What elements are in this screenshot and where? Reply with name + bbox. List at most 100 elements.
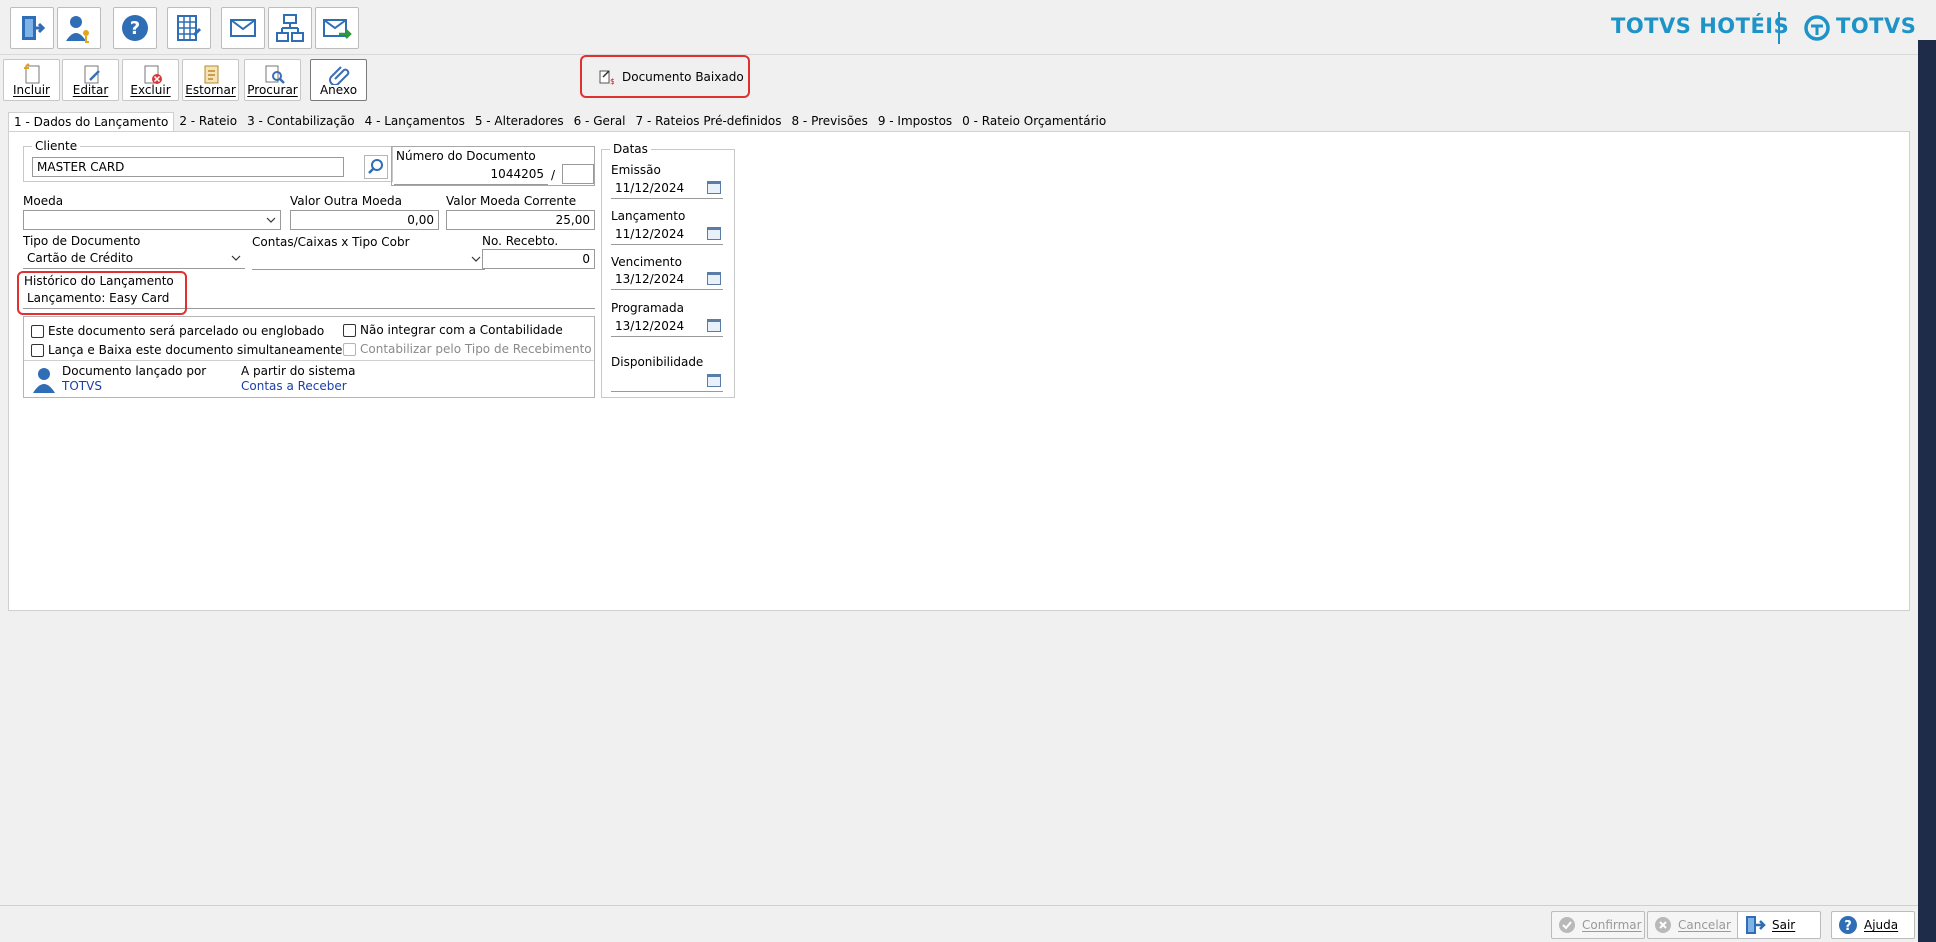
programada-value: 13/12/2024: [615, 319, 685, 333]
tab-dados-lancamento[interactable]: 1 - Dados do Lançamento: [8, 112, 175, 132]
moeda-label: Moeda: [23, 194, 64, 208]
help-icon: ?: [122, 15, 148, 41]
tab-lancamentos[interactable]: 4 - Lançamentos: [360, 112, 470, 132]
lanca-baixa-checkbox[interactable]: [31, 344, 44, 357]
reverse-document-icon: [204, 65, 219, 84]
calendar-icon[interactable]: [707, 181, 721, 194]
calendar-icon[interactable]: [707, 272, 721, 285]
vencimento-label: Vencimento: [611, 255, 682, 269]
cancel-circle-icon: [1655, 917, 1671, 933]
editar-label: Editar: [72, 83, 109, 97]
valor-moeda-corrente-input[interactable]: 25,00: [446, 210, 595, 230]
lancado-por-value: TOTVS: [62, 379, 102, 393]
emissao-date-input[interactable]: 11/12/2024: [611, 179, 723, 199]
chevron-down-icon: [231, 255, 241, 261]
cliente-search-button[interactable]: [364, 155, 388, 179]
tipo-documento-label: Tipo de Documento: [23, 234, 141, 248]
no-recebto-input[interactable]: 0: [482, 249, 595, 269]
lancamento-label: Lançamento: [611, 209, 686, 223]
valor-outra-moeda-input[interactable]: 0,00: [290, 210, 439, 230]
cancelar-label: Cancelar: [1678, 918, 1731, 932]
mail-send-icon: [323, 19, 352, 39]
sair-label: Sair: [1772, 918, 1796, 932]
tab-rateio-orcamentario[interactable]: 0 - Rateio Orçamentário: [957, 112, 1111, 132]
brand-company: TOTVS: [1836, 14, 1917, 38]
edit-document-icon: [84, 65, 100, 84]
disponibilidade-date-input[interactable]: [611, 372, 723, 392]
exit-door-icon: [22, 16, 46, 40]
editar-button[interactable]: Editar: [62, 59, 119, 101]
user-icon: [33, 368, 55, 393]
calculator-grid-icon: [177, 15, 202, 41]
help-button[interactable]: ?: [113, 7, 157, 49]
mail-send-button[interactable]: [315, 7, 359, 49]
numero-documento-label: Número do Documento: [396, 149, 536, 163]
svg-text:$: $: [610, 77, 614, 85]
mail-button[interactable]: [221, 7, 265, 49]
tab-contabilizacao[interactable]: 3 - Contabilização: [242, 112, 360, 132]
mail-icon: [230, 19, 256, 37]
contabilizar-label: Contabilizar pelo Tipo de Recebimento: [360, 342, 592, 356]
programada-label: Programada: [611, 301, 684, 315]
vencimento-date-input[interactable]: 13/12/2024: [611, 270, 723, 290]
tab-previsoes[interactable]: 8 - Previsões: [786, 112, 872, 132]
hierarchy-button[interactable]: [268, 7, 312, 49]
cliente-group: Cliente MASTER CARD: [23, 139, 393, 182]
tipo-documento-select[interactable]: Cartão de Crédito: [23, 249, 245, 269]
sair-button[interactable]: Sair: [1737, 911, 1821, 939]
calendar-icon[interactable]: [707, 374, 721, 387]
check-circle-icon: [1559, 917, 1575, 933]
procurar-button[interactable]: Procurar: [244, 59, 301, 101]
tab-rateios-pre-definidos[interactable]: 7 - Rateios Pré-definidos: [631, 112, 787, 132]
user-key-icon: [66, 16, 89, 43]
tab-impostos[interactable]: 9 - Impostos: [873, 112, 957, 132]
parcelado-checkbox[interactable]: [31, 325, 44, 338]
tab-alteradores[interactable]: 5 - Alteradores: [470, 112, 569, 132]
nao-integrar-checkbox[interactable]: [343, 324, 356, 337]
incluir-label: Incluir: [13, 83, 50, 97]
paperclip-icon: [329, 66, 350, 85]
calendar-icon[interactable]: [707, 319, 721, 332]
new-document-icon: [24, 63, 40, 84]
exit-door-button[interactable]: [10, 7, 54, 49]
cliente-input[interactable]: MASTER CARD: [32, 157, 344, 177]
svg-text:?: ?: [130, 18, 140, 39]
hierarchy-icon: [276, 14, 304, 42]
documento-baixado-label: Documento Baixado: [622, 69, 744, 84]
contas-caixas-label: Contas/Caixas x Tipo Cobr: [252, 235, 410, 249]
numero-separator: /: [551, 168, 556, 182]
delete-document-icon: [144, 65, 162, 84]
user-key-button[interactable]: [57, 7, 101, 49]
cliente-label: Cliente: [32, 139, 81, 153]
moeda-select[interactable]: [23, 210, 281, 230]
lancamento-date-input[interactable]: 11/12/2024: [611, 225, 723, 245]
excluir-button[interactable]: Excluir: [122, 59, 179, 101]
confirmar-label: Confirmar: [1582, 918, 1642, 932]
contabilizar-checkbox[interactable]: [343, 343, 356, 356]
contas-caixas-select[interactable]: [252, 250, 485, 270]
calculator-grid-button[interactable]: [167, 7, 211, 49]
calendar-icon[interactable]: [707, 227, 721, 240]
anexo-button[interactable]: Anexo: [310, 59, 367, 101]
parcelado-label: Este documento será parcelado ou engloba…: [48, 324, 325, 338]
valor-outra-moeda-label: Valor Outra Moeda: [290, 194, 402, 208]
historico-highlight: [17, 271, 187, 315]
vencimento-value: 13/12/2024: [615, 272, 685, 286]
numero-documento-input[interactable]: 1044205: [394, 165, 548, 185]
estornar-button[interactable]: Estornar: [182, 59, 239, 101]
ajuda-button[interactable]: ? Ajuda: [1831, 911, 1915, 939]
exit-door-icon: [1746, 916, 1766, 934]
numero-suffix-input[interactable]: [562, 164, 594, 184]
datas-group: Datas Emissão 11/12/2024 Lançamento 11/1…: [601, 142, 735, 398]
documento-baixado-button[interactable]: $ Documento Baixado: [580, 55, 750, 98]
tab-geral[interactable]: 6 - Geral: [569, 112, 631, 132]
incluir-button[interactable]: Incluir: [3, 59, 60, 101]
programada-date-input[interactable]: 13/12/2024: [611, 317, 723, 337]
tab-rateio[interactable]: 2 - Rateio: [174, 112, 242, 132]
cancelar-button[interactable]: Cancelar: [1647, 911, 1741, 939]
chevron-down-icon: [471, 256, 481, 262]
valor-moeda-corrente-label: Valor Moeda Corrente: [446, 194, 577, 208]
confirmar-button[interactable]: Confirmar: [1551, 911, 1645, 939]
search-document-icon: [265, 65, 285, 84]
no-recebto-label: No. Recebto.: [482, 234, 559, 248]
